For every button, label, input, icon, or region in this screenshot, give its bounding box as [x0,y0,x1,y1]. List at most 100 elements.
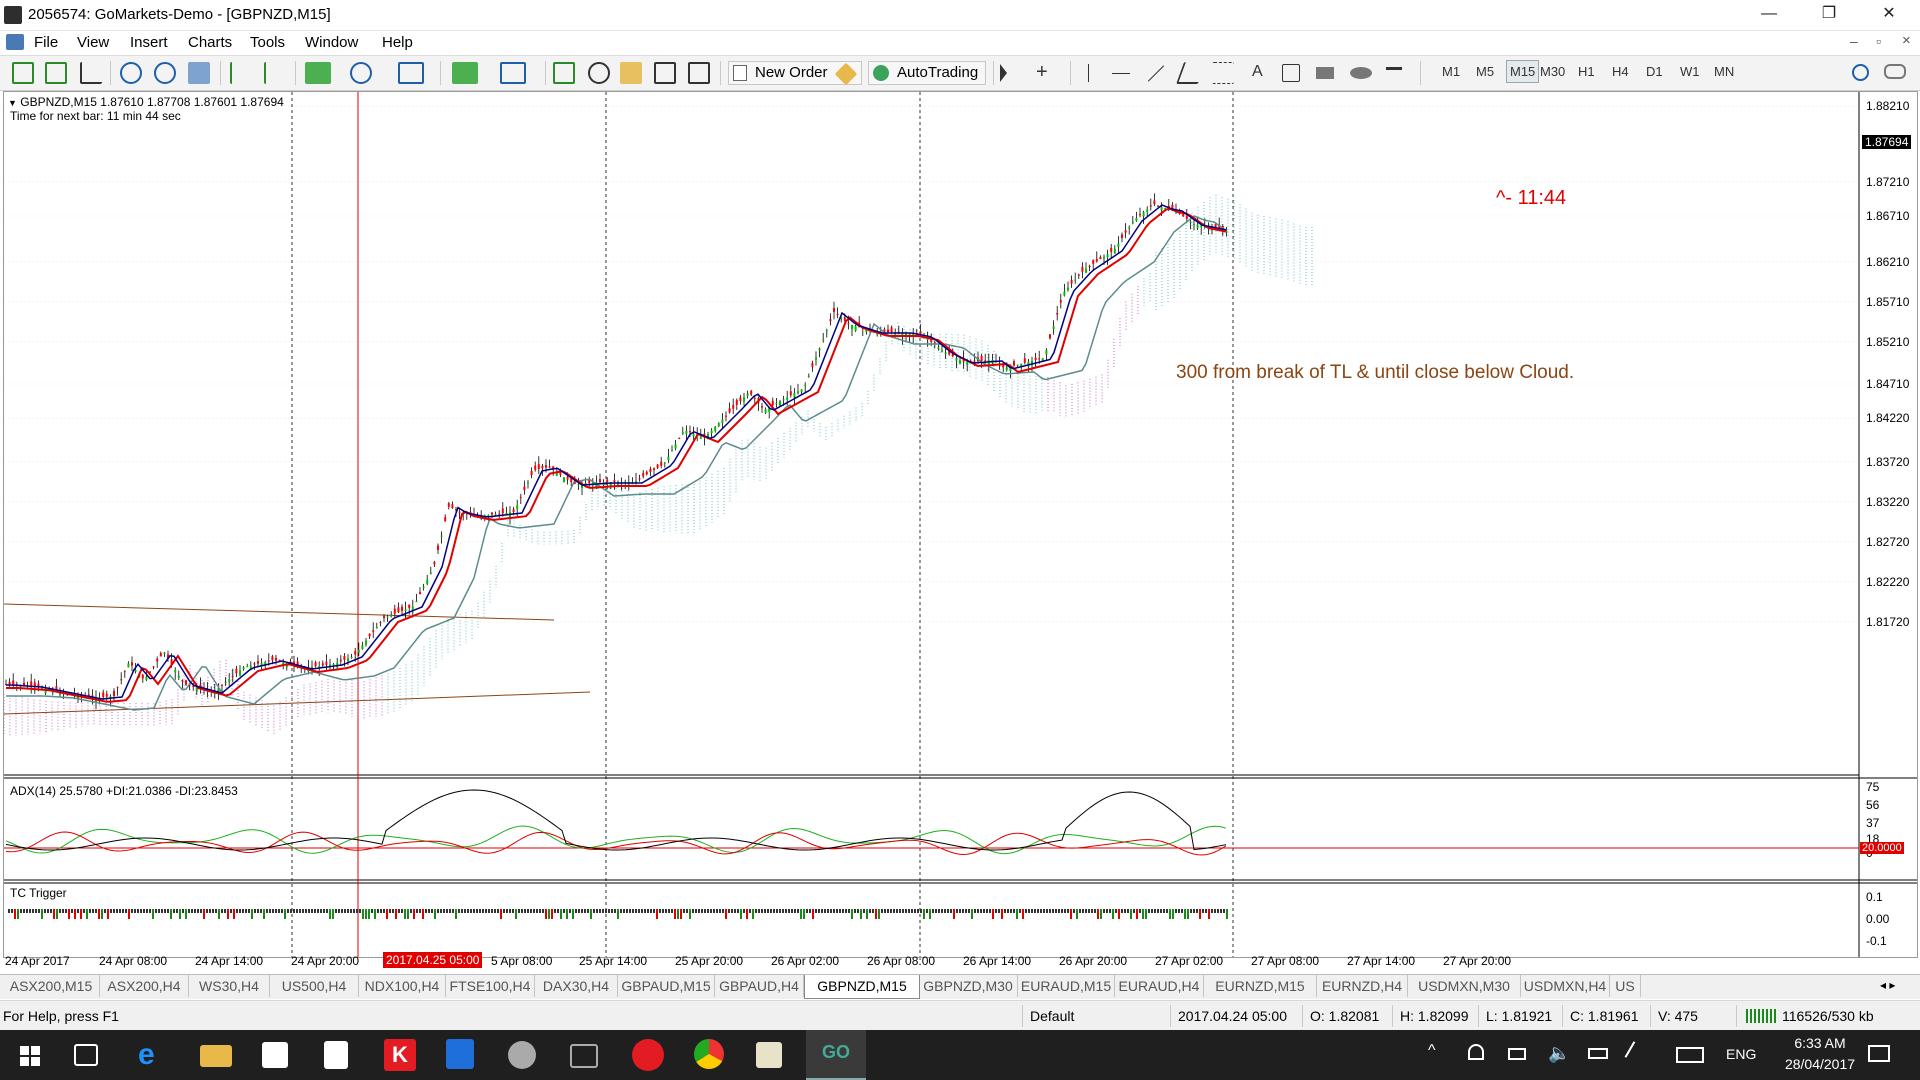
trendline-icon[interactable] [1147,65,1165,82]
crosshair-nav-icon[interactable] [588,62,610,84]
chart-tab[interactable]: NDX100,H4 [359,975,446,997]
fibonacci-icon[interactable] [1212,62,1234,84]
kaspersky-icon[interactable]: K [384,1039,416,1071]
clock-date[interactable]: 28/04/2017 [1770,1056,1870,1072]
volume-icon[interactable]: 🔈 [1548,1043,1570,1064]
tf-m1[interactable]: M1 [1442,64,1460,79]
chart-canvas[interactable] [4,92,1917,957]
chart-tab[interactable]: EURAUD,M15 [1018,975,1115,997]
zoom-out-icon[interactable] [154,62,176,84]
search-icon[interactable] [1852,64,1869,81]
tf-m15[interactable]: M15 [1506,60,1540,83]
channel-icon[interactable] [1175,62,1207,84]
templates-icon[interactable] [398,62,424,84]
text-label-icon[interactable] [1282,64,1300,82]
navigator-icon[interactable] [620,62,642,84]
chart-tab[interactable]: GBPNZD,M30 [919,975,1018,997]
chart-shift-icon[interactable] [264,62,286,84]
collapse-icon[interactable]: ▼ [8,98,17,108]
chart-tab[interactable]: EURAUD,H4 [1115,975,1204,997]
restore-button[interactable]: ❐ [1800,0,1858,30]
pen-icon[interactable] [1624,1041,1648,1065]
calculator-icon[interactable] [324,1041,348,1069]
shield-app-icon[interactable] [446,1039,474,1069]
chart-tab[interactable]: EURNZD,H4 [1317,975,1408,997]
keyboard-icon[interactable] [1676,1047,1704,1063]
price-scale[interactable]: 1.88210 1.87210 1.86710 1.86210 1.85710 1.852… [1860,92,1917,772]
inner-close-button[interactable]: × [1902,32,1911,49]
menu-insert[interactable]: Insert [130,34,168,51]
rectangle-icon[interactable] [1316,67,1334,79]
tile-windows-icon[interactable] [188,62,210,84]
chart-tab[interactable]: EURNZD,M15 [1204,975,1317,997]
chart-window[interactable]: ▼ GBPNZD,M15 1.87610 1.87708 1.87601 1.8… [3,91,1918,958]
chrome-icon[interactable] [694,1039,724,1069]
clock-time[interactable]: 6:33 AM [1780,1035,1860,1051]
chart-tab[interactable]: USDMXN,H4 [1521,975,1610,997]
notepad-app-icon[interactable] [756,1042,782,1068]
tf-h1[interactable]: H1 [1578,64,1595,79]
text-tool-icon[interactable]: A [1252,63,1263,81]
periods-icon[interactable] [350,62,372,84]
wifi-icon[interactable] [1468,1044,1484,1060]
inner-restore-button[interactable]: ▫ [1876,33,1881,49]
start-icon[interactable] [20,1046,40,1066]
vertical-line-icon[interactable] [1088,64,1089,82]
zoom-in-icon[interactable] [120,62,142,84]
bar-chart-icon[interactable] [12,62,34,84]
task-view-icon[interactable] [74,1044,98,1066]
chart-tab[interactable]: WS30,H4 [189,975,270,997]
network-icon[interactable] [1508,1048,1526,1060]
tf-m5[interactable]: M5 [1476,64,1494,79]
arrows-icon[interactable] [1386,67,1402,79]
notifications-icon[interactable] [1868,1045,1890,1062]
indicators-icon[interactable] [305,62,331,84]
new-chart-icon[interactable] [452,62,478,84]
menu-tools[interactable]: Tools [250,34,285,51]
battery-icon[interactable] [1588,1048,1608,1059]
autotrading-button[interactable]: AutoTrading [868,61,986,85]
close-button[interactable]: ✕ [1860,0,1918,30]
minimize-button[interactable]: — [1740,0,1798,30]
chart-tab[interactable]: GBPNZD,M15 [804,975,920,999]
inner-minimize-button[interactable]: – [1850,33,1858,49]
chart-tab[interactable]: ASX200,M15 [3,975,100,997]
store-icon[interactable] [262,1042,288,1068]
tf-m30[interactable]: M30 [1540,64,1565,79]
tester-icon[interactable] [688,62,710,84]
ellipse-icon[interactable] [1350,67,1372,79]
chart-tab[interactable]: DAX30,H4 [535,975,618,997]
chart-tab[interactable]: FTSE100,H4 [446,975,535,997]
chart-tab[interactable]: USDMXN,M30 [1408,975,1521,997]
connection-icon[interactable] [1746,1009,1776,1023]
crosshair-icon[interactable]: + [1036,62,1048,82]
chart-tab[interactable]: US500,H4 [270,975,359,997]
terminal-icon[interactable] [654,62,676,84]
line-chart-icon[interactable] [80,62,102,84]
chart-app-icon[interactable] [632,1039,664,1071]
tf-mn[interactable]: MN [1714,64,1734,79]
auto-scroll-icon[interactable] [230,62,252,84]
camera-app-icon[interactable] [570,1044,598,1068]
menu-window[interactable]: Window [305,34,358,51]
tf-w1[interactable]: W1 [1680,64,1700,79]
market-watch-icon[interactable] [553,62,575,84]
tf-h4[interactable]: H4 [1612,64,1629,79]
chart-tab[interactable]: ASX200,H4 [100,975,189,997]
network-app-icon[interactable] [508,1041,536,1069]
language-indicator[interactable]: ENG [1726,1046,1756,1062]
edge-icon[interactable]: e [138,1039,170,1071]
file-explorer-icon[interactable] [200,1045,232,1067]
menu-file[interactable]: File [34,34,58,51]
horizontal-line-icon[interactable] [1112,73,1130,74]
tf-d1[interactable]: D1 [1646,64,1663,79]
tab-scroll-arrows-icon[interactable]: ◂ ▸ [1880,978,1895,992]
candlestick-icon[interactable] [45,62,67,84]
mt4-taskbar-button[interactable]: GO [806,1030,866,1080]
menu-view[interactable]: View [77,34,109,51]
menu-help[interactable]: Help [382,34,413,51]
chart-tab[interactable]: GBPAUD,M15 [618,975,715,997]
chart-tab[interactable]: US [1610,975,1641,997]
chat-icon[interactable] [1884,64,1906,79]
cursor-icon[interactable] [1000,64,1007,82]
